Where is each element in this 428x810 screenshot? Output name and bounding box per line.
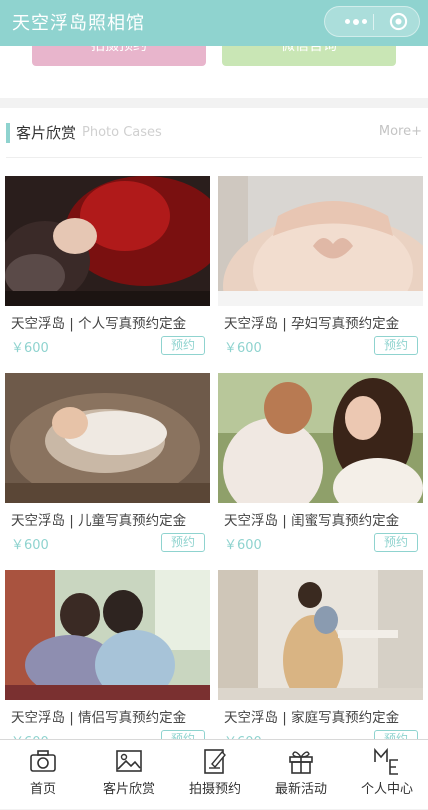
miniprogram-capsule — [324, 6, 420, 37]
case-card[interactable]: 天空浮岛 | 个人写真预约定金 ￥600 预约 — [5, 176, 210, 366]
cases-title: 客片欣赏 — [16, 124, 77, 142]
case-photo[interactable] — [5, 373, 210, 503]
edit-icon — [204, 749, 226, 774]
book-button[interactable]: 预约 — [374, 533, 418, 552]
case-name: 天空浮岛 | 情侣写真预约定金 — [11, 710, 187, 726]
cases-header: 客片欣赏 Photo Cases More+ — [0, 108, 428, 158]
cases-subtitle: Photo Cases — [82, 125, 162, 140]
case-price: ￥600 — [11, 538, 49, 553]
tab-label: 个人中心 — [360, 782, 413, 797]
tab-profile[interactable]: 个人中心 — [344, 740, 428, 810]
case-card[interactable]: 天空浮岛 | 闺蜜写真预约定金 ￥600 预约 — [218, 373, 423, 563]
gift-icon — [289, 751, 313, 774]
tab-home[interactable]: 首页 — [0, 740, 86, 810]
case-name: 天空浮岛 | 儿童写真预约定金 — [11, 513, 187, 529]
case-photo[interactable] — [5, 570, 210, 700]
case-card[interactable]: 天空浮岛 | 孕妇写真预约定金 ￥600 预约 — [218, 176, 423, 366]
tab-label: 拍摄预约 — [188, 782, 241, 797]
close-target-icon[interactable] — [389, 12, 408, 31]
capsule-divider — [373, 14, 374, 30]
section-accent-bar — [6, 123, 10, 143]
case-name: 天空浮岛 | 个人写真预约定金 — [11, 316, 187, 332]
case-photo[interactable] — [218, 570, 423, 700]
camera-icon — [30, 750, 56, 772]
case-card[interactable]: 天空浮岛 | 情侣写真预约定金 ￥600 预约 — [5, 570, 210, 760]
book-button[interactable]: 预约 — [161, 533, 205, 552]
case-card[interactable]: 天空浮岛 | 儿童写真预约定金 ￥600 预约 — [5, 373, 210, 563]
tab-label: 最新活动 — [274, 782, 327, 797]
more-link[interactable]: More+ — [379, 124, 422, 139]
case-photo[interactable] — [5, 176, 210, 306]
book-button[interactable]: 预约 — [161, 336, 205, 355]
picture-icon — [116, 750, 142, 772]
case-name: 天空浮岛 | 家庭写真预约定金 — [224, 710, 400, 726]
tab-activities[interactable]: 最新活动 — [258, 740, 344, 810]
divider — [6, 157, 422, 158]
tab-cases[interactable]: 客片欣赏 — [86, 740, 172, 810]
case-price: ￥600 — [11, 341, 49, 356]
book-button[interactable]: 预约 — [374, 336, 418, 355]
case-price: ￥600 — [224, 538, 262, 553]
tab-label: 首页 — [29, 782, 56, 797]
case-name: 天空浮岛 | 孕妇写真预约定金 — [224, 316, 400, 332]
cases-section: 客片欣赏 Photo Cases More+ 天空浮岛 | 个人写真预约定金 ￥… — [0, 108, 428, 750]
more-menu-icon[interactable] — [339, 7, 373, 36]
tab-label: 客片欣赏 — [102, 782, 155, 797]
tab-booking[interactable]: 拍摄预约 — [172, 740, 258, 810]
header-bar: 天空浮岛照相馆 — [0, 0, 428, 46]
tab-bar: 首页 客片欣赏 拍摄预约 最新活动 个人中心 — [0, 739, 428, 809]
page-title: 天空浮岛照相馆 — [12, 13, 145, 34]
case-price: ￥600 — [224, 341, 262, 356]
case-name: 天空浮岛 | 闺蜜写真预约定金 — [224, 513, 400, 529]
case-photo[interactable] — [218, 176, 423, 306]
case-card[interactable]: 天空浮岛 | 家庭写真预约定金 ￥600 预约 — [218, 570, 423, 760]
me-icon — [374, 747, 398, 775]
case-photo[interactable] — [218, 373, 423, 503]
